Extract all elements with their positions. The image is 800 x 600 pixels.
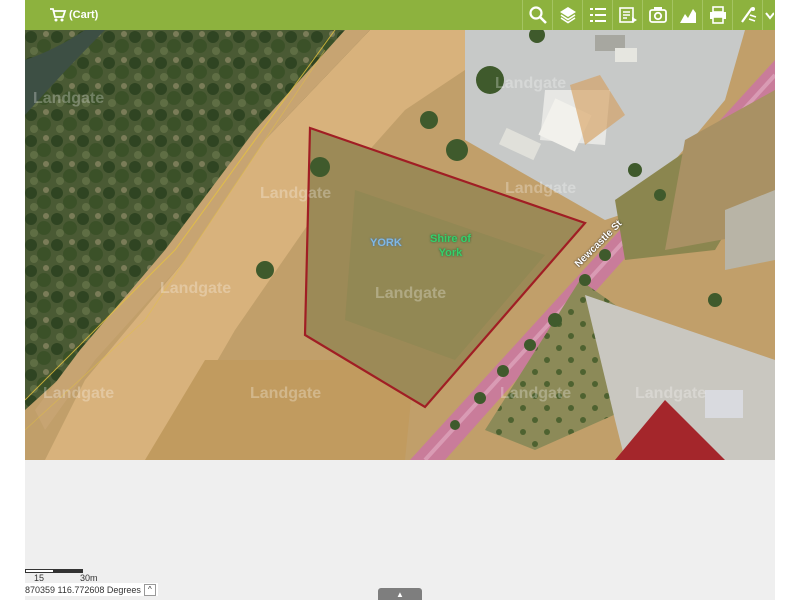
- watermark-text: Landgate: [375, 285, 447, 302]
- info-panel-area: [25, 460, 775, 600]
- scale-label-end: 30m: [80, 573, 98, 583]
- watermark-text: Landgate: [505, 180, 577, 197]
- printer-icon: [709, 6, 726, 24]
- council-label-line2: York: [438, 247, 463, 259]
- watermark-text: Landgate: [500, 385, 572, 402]
- cart-label: (Cart): [69, 9, 99, 21]
- photo-button[interactable]: [642, 0, 672, 30]
- watermark-text: Landgate: [260, 185, 332, 202]
- legend-button[interactable]: [582, 0, 612, 30]
- scale-label-mid: 15: [34, 573, 45, 583]
- elevation-button[interactable]: [672, 0, 702, 30]
- watermark-text: Landgate: [635, 385, 707, 402]
- print-button[interactable]: [702, 0, 732, 30]
- chevron-up-icon: ▲: [396, 589, 404, 599]
- coordinate-toggle-button[interactable]: ^: [143, 583, 156, 596]
- report-icon: [618, 7, 637, 23]
- panel-expand-button[interactable]: ▲: [378, 588, 422, 600]
- council-label-line1: Shire of: [430, 233, 471, 245]
- aerial-map[interactable]: Landgate Landgate Landgate Landgate Land…: [25, 30, 775, 460]
- measure-icon: [740, 7, 756, 23]
- app-window: (Cart) Landgate Landgate Landgate Landga…: [0, 0, 800, 600]
- top-toolbar: (Cart): [25, 0, 775, 30]
- report-button[interactable]: [612, 0, 642, 30]
- coordinate-text: 870359 116.772608 Degrees: [25, 584, 141, 595]
- toolbar-overflow-button[interactable]: [762, 0, 775, 30]
- layers-icon: [559, 7, 576, 24]
- search-button[interactable]: [522, 0, 552, 30]
- cart-button[interactable]: (Cart): [49, 4, 98, 26]
- magnifier-icon: [528, 6, 547, 24]
- elevation-icon: [679, 9, 696, 23]
- scale-bar: 15 30m: [25, 567, 98, 583]
- council-label: Shire of York: [430, 232, 471, 260]
- locality-label: YORK: [370, 237, 402, 249]
- watermark-text: Landgate: [43, 385, 115, 402]
- measure-button[interactable]: [732, 0, 762, 30]
- watermark-text: Landgate: [495, 75, 567, 92]
- camera-icon: [648, 7, 667, 23]
- watermark-text: Landgate: [160, 280, 232, 297]
- scale-segment: [54, 569, 83, 573]
- watermark-text: Landgate: [33, 90, 105, 107]
- cart-icon: [50, 8, 67, 22]
- layers-button[interactable]: [552, 0, 582, 30]
- chevron-down-icon: [765, 12, 774, 20]
- watermark-text: Landgate: [250, 385, 322, 402]
- coordinate-readout: 870359 116.772608 Degrees ^: [25, 583, 158, 596]
- list-icon: [589, 8, 606, 22]
